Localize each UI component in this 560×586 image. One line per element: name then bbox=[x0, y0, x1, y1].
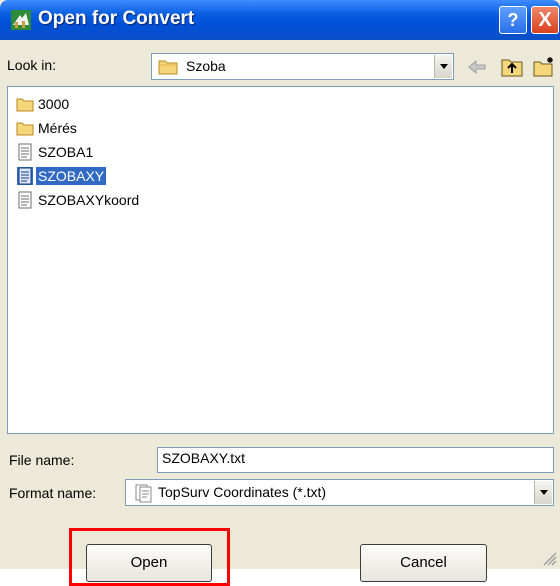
chevron-down-icon[interactable] bbox=[534, 481, 552, 504]
file-name: SZOBA1 bbox=[38, 144, 94, 160]
close-button[interactable]: X bbox=[531, 6, 559, 34]
help-button[interactable]: ? bbox=[499, 6, 527, 34]
back-arrow-icon[interactable] bbox=[465, 55, 489, 79]
format-name-value: TopSurv Coordinates (*.txt) bbox=[158, 484, 327, 500]
title-bar: Open for Convert ? X bbox=[0, 0, 560, 40]
text-file-icon bbox=[135, 484, 152, 503]
file-name: SZOBAXYkoord bbox=[38, 192, 140, 208]
file-list[interactable]: 3000 Mérés SZOBA1 SZOBAXY SZOBAXYkoord bbox=[7, 86, 554, 434]
look-in-label: Look in: bbox=[7, 57, 57, 73]
open-for-convert-dialog: Open for Convert ? X Look in: Szoba 3000 bbox=[0, 0, 560, 586]
format-name-dropdown[interactable]: TopSurv Coordinates (*.txt) bbox=[125, 479, 554, 506]
file-name: SZOBAXY bbox=[36, 167, 107, 185]
folder-icon bbox=[16, 122, 34, 136]
text-file-icon bbox=[17, 167, 33, 185]
new-folder-icon[interactable] bbox=[532, 55, 556, 79]
text-file-icon bbox=[18, 143, 32, 161]
text-file-icon bbox=[18, 191, 32, 209]
look-in-dropdown[interactable]: Szoba bbox=[151, 53, 454, 80]
file-name: 3000 bbox=[38, 96, 70, 112]
list-item-folder[interactable]: Mérés bbox=[16, 117, 79, 139]
list-item-file[interactable]: SZOBA1 bbox=[16, 141, 95, 163]
list-item-folder[interactable]: 3000 bbox=[16, 93, 71, 115]
folder-icon bbox=[16, 98, 34, 112]
list-item-file[interactable]: SZOBAXYkoord bbox=[16, 189, 141, 211]
file-name-label: File name: bbox=[9, 452, 75, 468]
resize-grip-icon[interactable] bbox=[543, 552, 557, 566]
cancel-button[interactable]: Cancel bbox=[360, 544, 487, 582]
chevron-down-icon[interactable] bbox=[434, 55, 452, 78]
list-item-file-selected[interactable]: SZOBAXY bbox=[16, 165, 107, 187]
app-icon bbox=[11, 10, 31, 30]
up-folder-icon[interactable] bbox=[500, 55, 524, 79]
format-name-label: Format name: bbox=[9, 485, 97, 501]
folder-icon bbox=[158, 60, 178, 75]
look-in-value: Szoba bbox=[186, 58, 226, 74]
window-title: Open for Convert bbox=[38, 8, 195, 29]
open-button[interactable]: Open bbox=[86, 544, 212, 582]
file-name-input[interactable]: SZOBAXY.txt bbox=[157, 447, 554, 473]
file-name: Mérés bbox=[38, 120, 77, 136]
